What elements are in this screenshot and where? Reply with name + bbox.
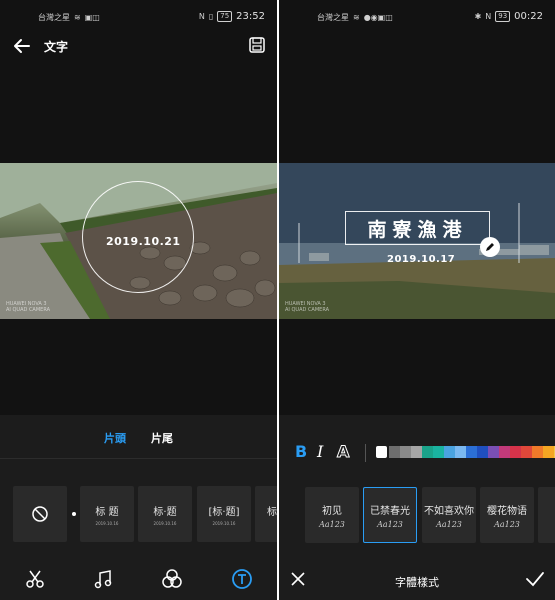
font-option[interactable]: 不如喜欢你 Aa123 [422,487,476,543]
overlay-title[interactable]: 南寮漁港 [367,215,467,242]
color-swatch[interactable] [444,446,455,458]
outline-button[interactable]: A [336,442,349,462]
template-date: 2019.10.16 [95,520,119,526]
overlay-date[interactable]: 2019.10.17 [387,254,455,265]
format-separator [365,444,366,462]
font-name: 樱花物语 [487,505,527,517]
left-screen: 台灣之星 ≋ ▣◫ N ▯ 75 23:52 文字 2019.10.21 HUA… [0,0,277,600]
font-option[interactable]: 樱花物语 Aa123 [480,487,534,543]
template-list: 标 题 2019.10.16 标·题 2019.10.16 [标·题] 2019… [0,486,277,542]
panel-title: 字體樣式 [395,576,439,589]
template-item[interactable]: 标和题 23 [255,486,277,542]
color-swatch-selected[interactable] [376,446,387,458]
color-swatch[interactable] [411,446,422,458]
color-swatch[interactable] [499,446,510,458]
bluetooth-icon: ✱ [474,12,482,21]
style-panel: B I A 初见 Aa123 已禁春光 Aa123 不如喜欢你 Aa123 樱花… [279,415,555,600]
color-swatch[interactable] [433,446,444,458]
tab-bar: 片頭 片尾 [0,415,277,459]
camera-watermark: HUAWEI NOVA 3 AI QUAD CAMERA [285,301,329,313]
tab-opening[interactable]: 片頭 [104,430,126,446]
selected-indicator-dot [72,512,76,516]
camera-watermark: HUAWEI NOVA 3 AI QUAD CAMERA [6,301,50,313]
color-swatch[interactable] [543,446,554,458]
tool-bar [0,560,277,600]
editor-panel: 片頭 片尾 标 题 2019.10.16 标·题 2019.10.16 [标·题… [0,415,277,600]
scissors-icon[interactable] [24,568,46,590]
watermark-line-2: AI QUAD CAMERA [285,307,330,313]
color-swatch[interactable] [466,446,477,458]
nfc-icon: N [485,12,492,21]
font-sample: Aa123 [319,519,345,529]
action-bar: 字體樣式 [279,560,555,600]
template-date: 2019.10.16 [212,520,236,526]
video-preview[interactable]: 南寮漁港 2019.10.17 HUAWEI NOVA 3 AI QUAD CA… [279,163,555,319]
color-swatch[interactable] [400,446,411,458]
font-sample: Aa123 [494,519,520,529]
pencil-icon [486,243,494,251]
color-swatch[interactable] [488,446,499,458]
carrier-label: 台灣之星 [38,13,70,22]
font-option[interactable]: 霓 [538,487,555,543]
template-item[interactable]: 标 题 2019.10.16 [80,486,134,542]
template-item[interactable]: 标·题 2019.10.16 [138,486,192,542]
font-option-selected[interactable]: 已禁春光 Aa123 [363,487,417,543]
clock: 23:52 [236,11,265,22]
font-list: 初见 Aa123 已禁春光 Aa123 不如喜欢你 Aa123 樱花物语 Aa1… [279,487,555,543]
font-sample: Aa123 [377,519,403,529]
font-name: 已禁春光 [370,505,410,517]
color-swatch[interactable] [389,446,400,458]
clock: 00:22 [514,11,543,22]
battery-level: 93 [495,11,511,22]
template-title: 标 题 [95,506,119,518]
status-bar: 台灣之星 ≋ ▣◫ N ▯ 75 23:52 [0,0,277,30]
save-icon[interactable] [249,37,265,53]
font-option[interactable]: 初见 Aa123 [305,487,359,543]
bold-button[interactable]: B [295,442,307,461]
template-date: 2019.10.16 [153,520,177,526]
overlay-date[interactable]: 2019.10.21 [106,235,181,248]
right-screen: 台灣之星 ≋ ●◉▣◫ ✱ N 93 00:22 南寮漁港 2019.10.17… [279,0,555,600]
battery-level: 75 [217,11,233,22]
video-preview[interactable]: 2019.10.21 HUAWEI NOVA 3 AI QUAD CAMERA [0,163,277,319]
template-item[interactable]: [标·题] 2019.10.16 [197,486,251,542]
app-header: 文字 [0,34,277,58]
watermark-line-2: AI QUAD CAMERA [6,307,51,313]
color-swatch[interactable] [510,446,521,458]
text-tool-icon[interactable] [231,568,253,590]
vibrate-icon: ▯ [208,12,214,21]
wifi-icon: ≋ [74,13,81,22]
carrier-label: 台灣之星 [317,13,349,22]
font-name: 不如喜欢你 [424,505,474,517]
filter-icon[interactable] [161,568,183,590]
page-title: 文字 [44,40,69,54]
notification-icons: ▣◫ [84,13,100,22]
color-swatch[interactable] [521,446,532,458]
template-title: 标和题 [267,506,277,518]
wifi-icon: ≋ [353,13,360,22]
status-bar: 台灣之星 ≋ ●◉▣◫ ✱ N 93 00:22 [279,0,555,30]
color-swatch[interactable] [455,446,466,458]
notification-icons: ●◉▣◫ [363,13,393,22]
font-sample: Aa123 [436,519,462,529]
color-palette [376,446,555,458]
font-name: 初见 [322,505,342,517]
italic-button[interactable]: I [317,442,323,461]
template-title: 标·题 [153,506,177,518]
color-swatch[interactable] [422,446,433,458]
back-arrow-icon[interactable] [12,36,32,56]
title-text-box[interactable]: 南寮漁港 [345,211,490,245]
edit-text-handle[interactable] [480,237,500,257]
color-swatch[interactable] [477,446,488,458]
check-icon[interactable] [525,570,545,588]
nfc-icon: N [198,12,205,21]
color-swatch[interactable] [532,446,543,458]
no-template-icon [32,506,48,522]
template-title: [标·题] [208,506,240,518]
music-icon[interactable] [92,568,114,590]
tab-ending[interactable]: 片尾 [151,430,173,446]
template-none[interactable] [13,486,67,542]
